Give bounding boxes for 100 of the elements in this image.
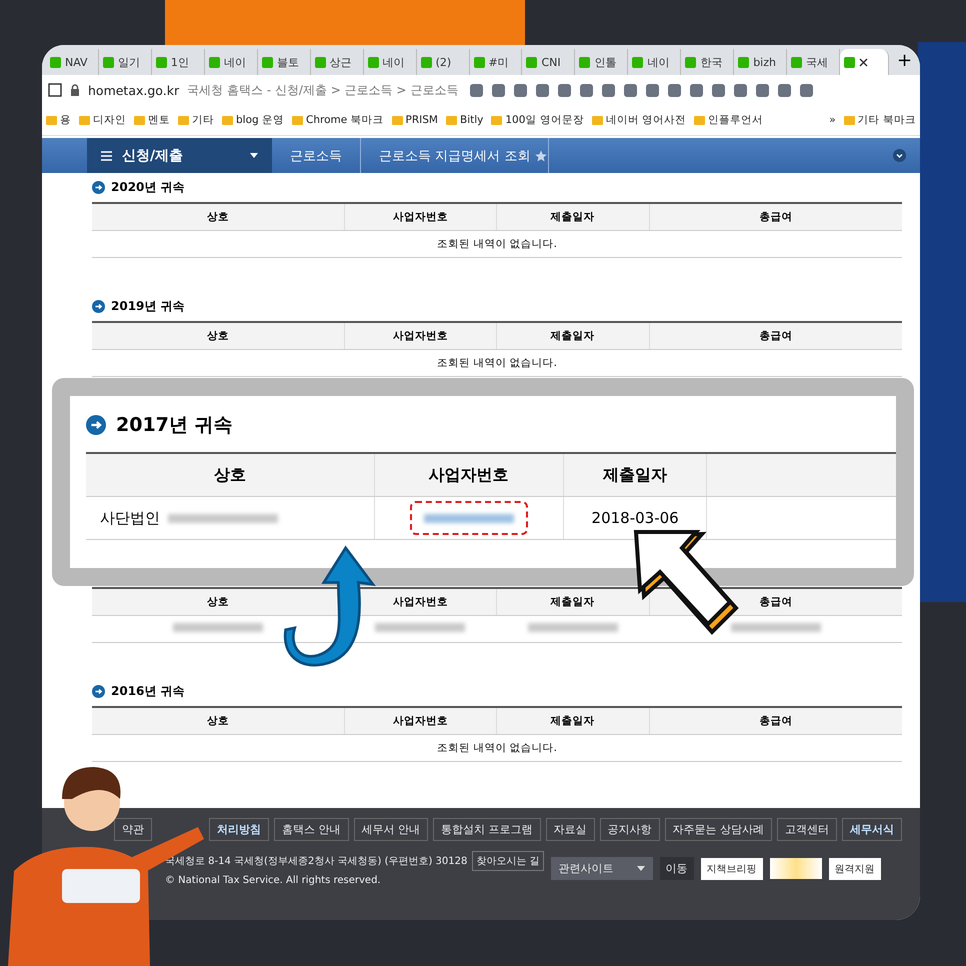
related-sites-select[interactable]: 관련사이트 (550, 857, 653, 880)
lock-icon (70, 84, 80, 96)
company-name: 사단법인 (100, 508, 160, 526)
bookmark-item[interactable]: Bitly (446, 114, 484, 126)
column-header: 총급여 (649, 203, 902, 230)
column-header: 상호 (92, 203, 345, 230)
caret-icon (250, 153, 258, 158)
briefing-link[interactable]: 지책브리핑 (700, 858, 763, 880)
column-header: 총급여 (649, 322, 902, 350)
address-text: 국세청로 8-14 국세청(정부세종2청사 국세청동) (우편번호) 30128 (165, 855, 468, 868)
favicon-icon (738, 56, 750, 68)
bookmark-item[interactable]: 기타 북마크 (844, 113, 916, 127)
close-icon[interactable] (859, 58, 868, 66)
favicon-icon (474, 56, 484, 68)
browser-tab[interactable]: 네이 (204, 49, 258, 75)
extension-icon[interactable] (734, 84, 748, 96)
favicon-icon (262, 56, 273, 68)
extension-icon[interactable] (624, 84, 638, 96)
browser-tab[interactable]: 상근 (310, 49, 364, 75)
empty-message: 조회된 내역이 없습니다. (92, 350, 902, 376)
extension-icon[interactable] (712, 84, 726, 96)
reader-icon[interactable] (48, 83, 62, 97)
bookmark-item[interactable]: 디자인 (79, 113, 126, 127)
browser-tab[interactable]: 1인 (152, 49, 205, 75)
browser-tab[interactable]: (2) (416, 49, 470, 75)
footer-link[interactable]: 약관 (114, 818, 152, 841)
browser-tab[interactable]: CNI (522, 49, 576, 75)
url-text[interactable]: hometax.go.kr (88, 82, 180, 98)
menu-icon (101, 150, 112, 160)
favicon-icon (368, 56, 379, 68)
arrow-bullet-icon (86, 415, 106, 435)
favicon-icon (314, 56, 326, 68)
bookmark-item[interactable]: 멘토 (134, 113, 170, 127)
section-title: 2020년 귀속 (111, 179, 185, 196)
copyright-text: © National Tax Service. All rights reserved. (165, 875, 382, 886)
extension-icon[interactable] (646, 84, 660, 96)
browser-tab[interactable]: 인톨 (575, 49, 628, 75)
column-header: 총급여 (649, 707, 902, 734)
browser-tab[interactable]: #미 (470, 49, 522, 75)
favicon-icon (420, 56, 432, 68)
extension-icon[interactable] (602, 84, 616, 96)
footer-link[interactable]: 고객센터 (777, 818, 837, 841)
remote-support-button[interactable]: 원격지원 (828, 858, 881, 880)
extension-icon[interactable] (668, 84, 682, 96)
bookmark-item[interactable]: 네이버 영어사전 (592, 113, 686, 127)
expand-icon[interactable] (893, 149, 906, 162)
browser-tab[interactable]: bizh (734, 49, 788, 75)
more-bookmarks-button[interactable]: » (829, 114, 836, 126)
footer-link[interactable]: 자료실 (546, 818, 594, 841)
bookmark-item[interactable]: Chrome 북마크 (292, 113, 384, 127)
extension-icon[interactable] (800, 84, 814, 96)
section-title: 2016년 귀속 (111, 683, 185, 700)
footer-link[interactable]: 세무서식 (842, 818, 902, 841)
favicon-icon (685, 56, 696, 68)
extension-icon[interactable] (778, 84, 792, 96)
directions-button[interactable]: 찾아오시는 길 (472, 851, 544, 871)
footer-link[interactable]: 공지사항 (600, 818, 660, 841)
bookmark-item[interactable]: 100일 영어문장 (491, 113, 584, 127)
arrow-bullet-icon (92, 685, 105, 698)
go-button[interactable]: 이동 (660, 857, 694, 880)
column-header: 제출일자 (496, 707, 650, 734)
favicon-icon (632, 56, 644, 68)
bookmark-item[interactable]: 용 (46, 113, 71, 127)
bookmark-item[interactable]: PRISM (392, 114, 438, 126)
footer-link[interactable]: 자주묻는 상담사례 (664, 818, 772, 841)
arrow-bullet-icon (92, 181, 105, 194)
breadcrumb-link[interactable]: 근로소득 (272, 138, 361, 173)
browser-tab[interactable]: 일기 (98, 49, 152, 75)
column-header: 제출일자 (496, 588, 650, 616)
footer-link[interactable]: 세무서 안내 (354, 818, 428, 841)
column-header: 사업자번호 (344, 203, 496, 230)
new-tab-button[interactable]: + (889, 50, 920, 75)
bookmark-item[interactable]: 기타 (178, 113, 214, 127)
browser-tab[interactable]: 네이 (364, 49, 417, 75)
column-header: 제출일자 (496, 322, 650, 350)
star-icon[interactable] (535, 150, 548, 162)
footer-link[interactable]: 처리방침 (209, 818, 269, 841)
browser-tab[interactable]: 네이 (628, 49, 682, 75)
favicon-icon (791, 56, 802, 68)
extension-icon[interactable] (756, 84, 770, 96)
footer-link[interactable]: 홈택스 안내 (274, 818, 348, 841)
footer-link[interactable]: 통합설치 프로그램 (433, 818, 540, 841)
browser-tab[interactable]: 한국 (681, 49, 734, 75)
menu-dropdown[interactable]: 신청/제출 (87, 138, 272, 173)
extension-icon[interactable] (470, 84, 484, 96)
extension-icon[interactable] (580, 84, 594, 96)
browser-tab[interactable]: 블토 (258, 49, 311, 75)
extension-icon[interactable] (536, 84, 550, 96)
column-header: 상호 (92, 707, 345, 734)
extension-icon[interactable] (690, 84, 704, 96)
browser-tab[interactable]: NAV (46, 49, 99, 75)
extension-icon[interactable] (558, 84, 572, 96)
extension-icon[interactable] (514, 84, 528, 96)
bookmark-item[interactable]: 인플루언서 (694, 113, 764, 127)
column-header: 사업자번호 (344, 322, 496, 350)
date-text: 2018-03-06 (592, 509, 679, 527)
extension-icon[interactable] (492, 84, 506, 96)
favicon-icon (102, 56, 114, 68)
favicon-icon (526, 56, 538, 68)
bookmark-item[interactable]: blog 운영 (222, 113, 284, 127)
